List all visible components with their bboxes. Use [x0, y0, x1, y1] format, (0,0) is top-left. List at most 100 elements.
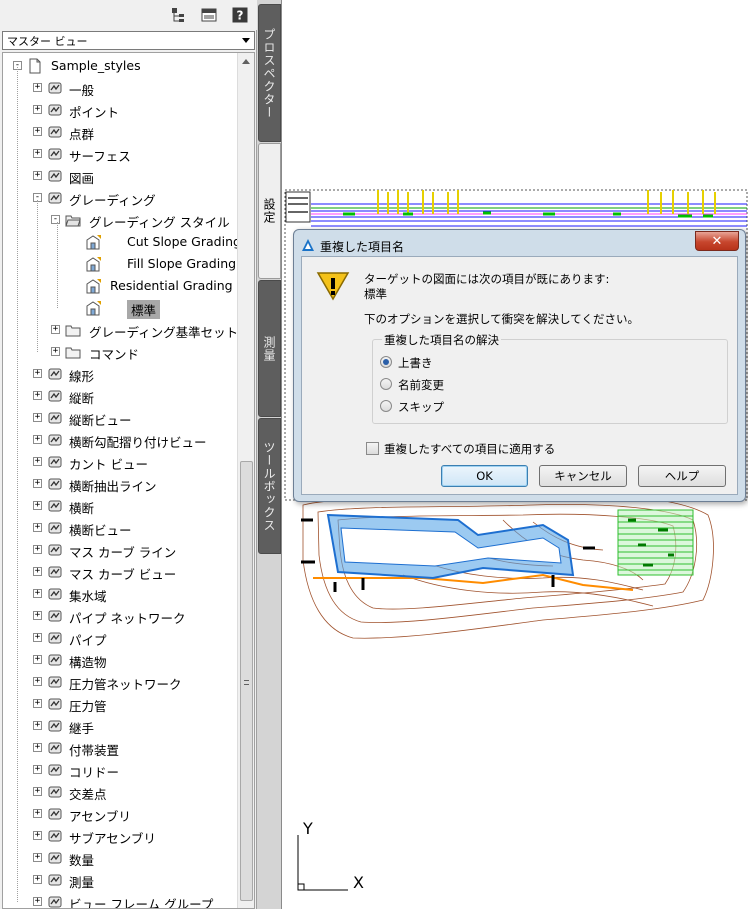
tab-prospector[interactable]: プロスペクター: [258, 4, 281, 142]
apply-all-checkbox[interactable]: [366, 442, 379, 455]
tree-row[interactable]: + 集水域: [3, 584, 239, 604]
tree-row[interactable]: + カント ビュー: [3, 452, 239, 472]
expand-icon[interactable]: +: [33, 809, 42, 818]
tree-row[interactable]: Residential Grading: [3, 276, 239, 296]
tree-row[interactable]: + 横断ビュー: [3, 518, 239, 538]
tree-row[interactable]: + 圧力管ネットワーク: [3, 672, 239, 692]
expand-icon[interactable]: +: [33, 171, 42, 180]
tree-row[interactable]: Fill Slope Grading: [3, 254, 239, 274]
expand-icon[interactable]: +: [33, 413, 42, 422]
expand-icon[interactable]: +: [51, 325, 60, 334]
expand-icon[interactable]: +: [33, 501, 42, 510]
expand-icon[interactable]: +: [33, 457, 42, 466]
tree-row[interactable]: + マス カーブ ライン: [3, 540, 239, 560]
tree-row[interactable]: + 一般: [3, 78, 239, 98]
tree-row[interactable]: + 横断: [3, 496, 239, 516]
expand-icon[interactable]: +: [33, 831, 42, 840]
cancel-button[interactable]: キャンセル: [539, 465, 627, 487]
tree-row[interactable]: + 付帯装置: [3, 738, 239, 758]
tree-row[interactable]: + パイプ: [3, 628, 239, 648]
expand-icon[interactable]: +: [33, 391, 42, 400]
expand-icon[interactable]: +: [33, 149, 42, 158]
autocad-logo-icon: [301, 238, 315, 255]
expand-icon[interactable]: +: [33, 523, 42, 532]
collapse-icon[interactable]: -: [51, 215, 60, 224]
surface-icon: [47, 146, 63, 162]
tree-row[interactable]: - グレーディング スタイル: [3, 210, 239, 230]
section-view-icon: [47, 520, 63, 536]
tree-row[interactable]: + 交差点: [3, 782, 239, 802]
tree-item-label: 一般: [69, 83, 95, 98]
tree-row[interactable]: + マス カーブ ビュー: [3, 562, 239, 582]
expand-icon[interactable]: +: [33, 567, 42, 576]
expand-icon[interactable]: +: [33, 787, 42, 796]
expand-icon[interactable]: +: [33, 369, 42, 378]
expand-icon[interactable]: +: [33, 633, 42, 642]
tree-row[interactable]: + 圧力管: [3, 694, 239, 714]
tree-row[interactable]: Cut Slope Grading: [3, 232, 241, 252]
tree-row[interactable]: 標準: [3, 298, 239, 319]
expand-icon[interactable]: +: [33, 677, 42, 686]
tree-row[interactable]: + コマンド: [3, 342, 239, 362]
tree-row[interactable]: + 点群: [3, 122, 239, 142]
expand-icon[interactable]: +: [33, 545, 42, 554]
expand-icon[interactable]: +: [33, 699, 42, 708]
corridor-icon: [47, 762, 63, 778]
tree-row[interactable]: + アセンブリ: [3, 804, 239, 824]
expand-icon[interactable]: +: [33, 435, 42, 444]
tree-row[interactable]: + 縦断ビュー: [3, 408, 239, 428]
expand-icon[interactable]: +: [33, 589, 42, 598]
tree-row[interactable]: + グレーディング基準セット: [3, 320, 239, 340]
tree-row[interactable]: - Sample_styles: [3, 56, 239, 76]
tree-row[interactable]: + サーフェス: [3, 144, 239, 164]
expand-icon[interactable]: +: [33, 611, 42, 620]
expand-icon[interactable]: +: [33, 105, 42, 114]
tree-row[interactable]: + 横断勾配摺り付けビュー: [3, 430, 239, 450]
close-button[interactable]: ✕: [695, 231, 739, 251]
tree-row[interactable]: + パイプ ネットワーク: [3, 606, 239, 626]
tree-item-label: 交差点: [69, 787, 107, 802]
tab-settings[interactable]: 設定: [258, 143, 281, 279]
tree-row[interactable]: - グレーディング: [3, 188, 239, 208]
tree-scrollbar[interactable]: [237, 53, 254, 908]
tree-row[interactable]: + 数量: [3, 848, 239, 868]
help-button[interactable]: ヘルプ: [638, 465, 726, 487]
view-select[interactable]: マスター ビュー: [2, 31, 255, 50]
tab-survey[interactable]: 測量: [258, 280, 281, 417]
tree-row[interactable]: + 継手: [3, 716, 239, 736]
tree-row[interactable]: + コリドー: [3, 760, 239, 780]
tree-row[interactable]: + 線形: [3, 364, 239, 384]
tree-item-label: 圧力管ネットワーク: [69, 677, 182, 692]
overwrite-radio[interactable]: [380, 356, 392, 368]
expand-icon[interactable]: +: [33, 897, 42, 906]
expand-icon[interactable]: +: [33, 875, 42, 884]
scroll-thumb[interactable]: [240, 461, 253, 901]
tree-view[interactable]: - Sample_styles + 一般 + ポイント + 点群 + サーフェス + 図画 - グレーディ…: [2, 52, 255, 909]
expand-icon[interactable]: +: [33, 655, 42, 664]
expand-icon[interactable]: +: [33, 83, 42, 92]
tree-row[interactable]: + サブアセンブリ: [3, 826, 239, 846]
tree-row[interactable]: + ポイント: [3, 100, 239, 120]
skip-radio[interactable]: [380, 400, 392, 412]
list-view-icon[interactable]: [201, 7, 217, 23]
ok-button[interactable]: OK: [441, 465, 528, 487]
tab-toolbox[interactable]: ツールボックス: [258, 418, 281, 554]
expand-icon[interactable]: +: [51, 347, 60, 356]
scroll-up-icon[interactable]: [242, 59, 250, 64]
expand-icon[interactable]: +: [33, 479, 42, 488]
tree-row[interactable]: + ビュー フレーム グループ: [3, 892, 239, 908]
expand-icon[interactable]: +: [33, 127, 42, 136]
tree-row[interactable]: + 縦断: [3, 386, 239, 406]
tree-connector: [57, 222, 58, 308]
rename-radio[interactable]: [380, 378, 392, 390]
item-view-icon[interactable]: [170, 7, 186, 23]
tree-row[interactable]: + 構造物: [3, 650, 239, 670]
tree-row[interactable]: + 測量: [3, 870, 239, 890]
help-icon[interactable]: ?: [232, 7, 248, 23]
tree-row[interactable]: + 横断抽出ライン: [3, 474, 239, 494]
expand-icon[interactable]: +: [33, 853, 42, 862]
expand-icon[interactable]: +: [33, 721, 42, 730]
tree-row[interactable]: + 図画: [3, 166, 239, 186]
expand-icon[interactable]: +: [33, 743, 42, 752]
expand-icon[interactable]: +: [33, 765, 42, 774]
